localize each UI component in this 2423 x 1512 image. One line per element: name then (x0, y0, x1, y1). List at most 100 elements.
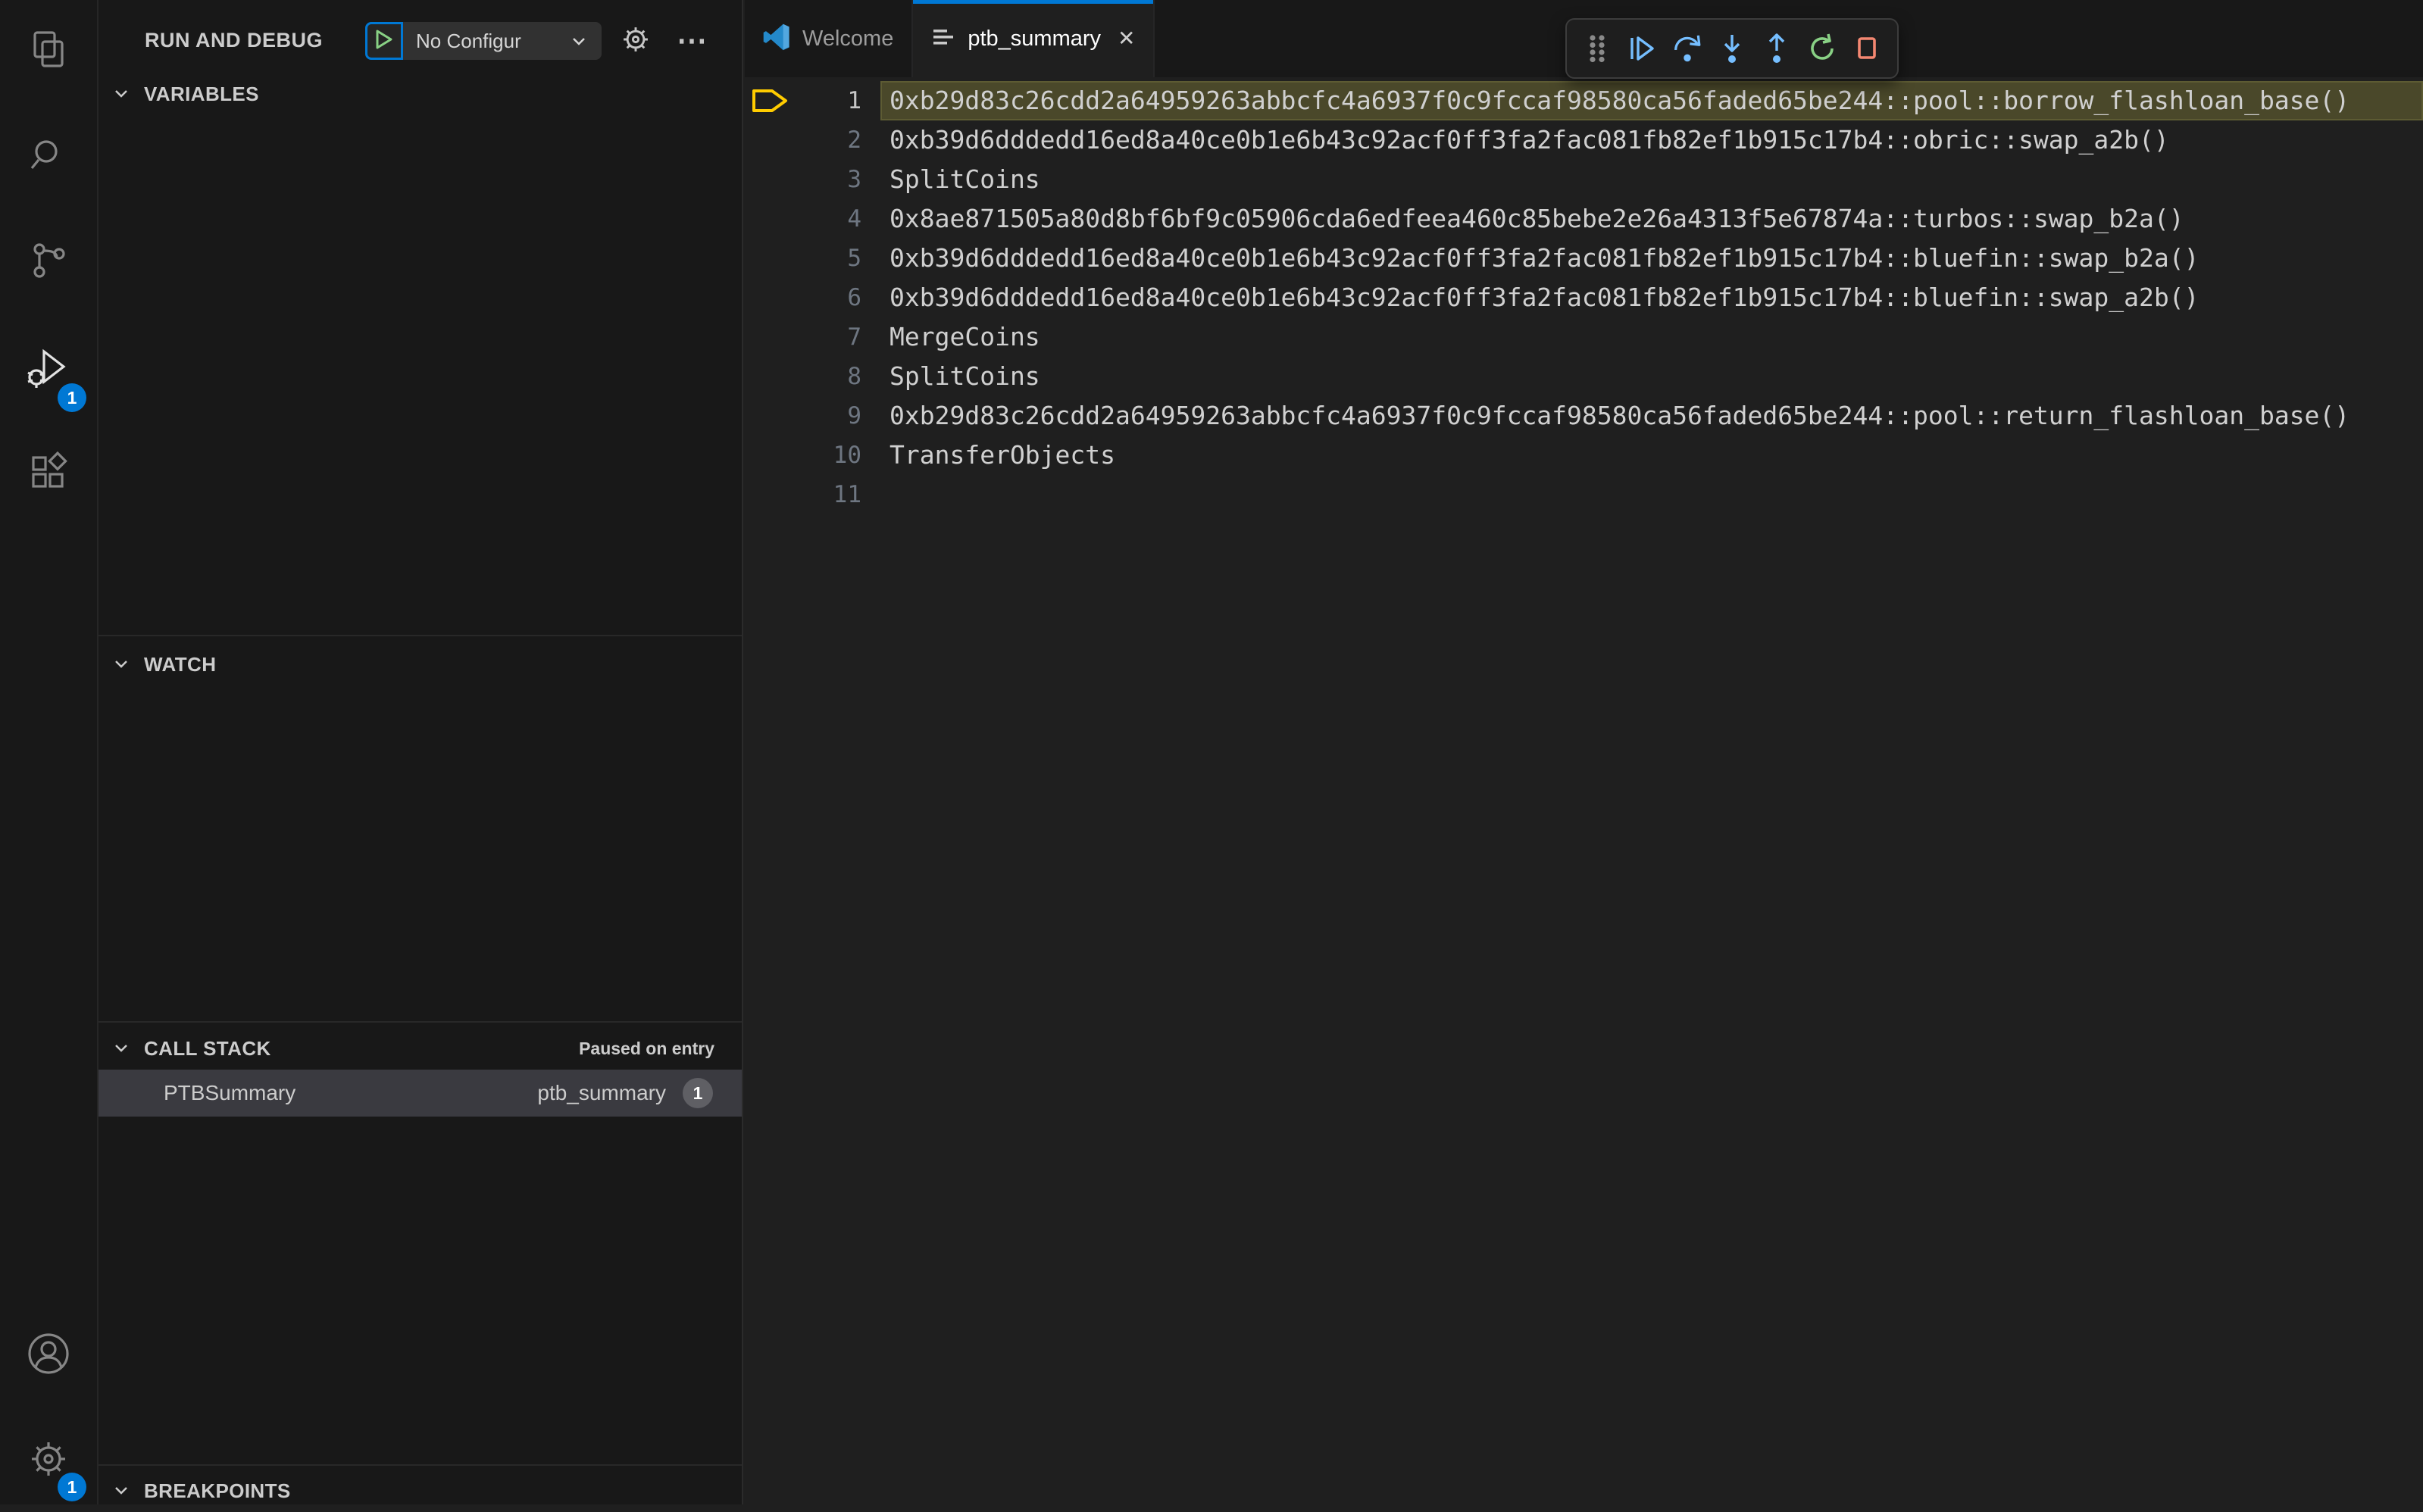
step-over-button[interactable] (1671, 32, 1704, 65)
line-number: 9 (847, 402, 861, 430)
section-label: VARIABLES (144, 83, 259, 106)
editor-area: Welcome ptb_summary ✕ 1 0xb29d83c26cdd2a… (745, 0, 2423, 1504)
code-line[interactable]: 11 (745, 475, 2423, 514)
code-editor[interactable]: 1 0xb29d83c26cdd2a64959263abbcfc4a6937f0… (745, 77, 2423, 1504)
pause-reason-status: Paused on entry (579, 1039, 714, 1059)
chevron-down-icon (111, 1480, 132, 1501)
tab-label: ptb_summary (968, 27, 1101, 52)
activity-item-extensions[interactable] (0, 429, 97, 520)
tab-ptb-summary[interactable]: ptb_summary ✕ (913, 0, 1155, 77)
close-icon[interactable]: ✕ (1118, 28, 1135, 49)
gutter[interactable]: 11 (745, 475, 880, 514)
tab-welcome[interactable]: Welcome (745, 0, 913, 77)
line-number: 3 (847, 166, 861, 193)
step-over-icon (1671, 32, 1704, 65)
gripper-icon (1584, 32, 1610, 65)
code-line[interactable]: 7 MergeCoins (745, 317, 2423, 357)
gutter[interactable]: 1 (745, 81, 880, 120)
section-header-variables[interactable]: VARIABLES (98, 73, 742, 115)
activity-item-source-control[interactable] (0, 217, 97, 308)
step-into-button[interactable] (1715, 32, 1749, 65)
chevron-down-icon (111, 654, 132, 675)
continue-button[interactable] (1625, 32, 1659, 65)
activity-item-account[interactable] (0, 1310, 97, 1401)
restart-icon (1806, 32, 1839, 65)
section-divider (98, 635, 742, 636)
more-actions-button[interactable]: ⋯ (671, 20, 713, 62)
gutter[interactable]: 6 (745, 278, 880, 317)
gutter[interactable]: 9 (745, 396, 880, 436)
section-header-breakpoints[interactable]: BREAKPOINTS (98, 1470, 742, 1512)
section-header-watch[interactable]: WATCH (98, 643, 742, 686)
current-line-marker-icon (751, 85, 790, 120)
code-text: 0xb39d6dddedd16ed8a40ce0b1e6b43c92acf0ff… (880, 239, 2423, 278)
gutter[interactable]: 5 (745, 239, 880, 278)
code-line[interactable]: 4 0x8ae871505a80d8bf6bf9c05906cda6edfeea… (745, 199, 2423, 239)
account-icon (26, 1331, 71, 1380)
section-divider (98, 1464, 742, 1466)
activity-item-explorer[interactable] (0, 5, 97, 96)
code-text: 0xb39d6dddedd16ed8a40ce0b1e6b43c92acf0ff… (880, 278, 2423, 317)
section-label: BREAKPOINTS (144, 1479, 291, 1503)
play-icon (374, 29, 394, 54)
sidebar-title: RUN AND DEBUG (145, 29, 323, 52)
gear-icon (620, 23, 652, 59)
line-number: 5 (847, 245, 861, 272)
step-out-icon (1760, 32, 1793, 65)
debug-toolbar (1565, 18, 1899, 79)
ellipsis-icon: ⋯ (677, 23, 707, 58)
line-number: 7 (847, 323, 861, 351)
line-number: 1 (847, 87, 861, 114)
gutter[interactable]: 10 (745, 436, 880, 475)
debug-configuration-dropdown[interactable]: No Configur (401, 22, 602, 60)
code-text (880, 475, 2423, 514)
gutter[interactable]: 3 (745, 160, 880, 199)
gutter[interactable]: 2 (745, 120, 880, 160)
code-text: 0x8ae871505a80d8bf6bf9c05906cda6edfeea46… (880, 199, 2423, 239)
code-line[interactable]: 8 SplitCoins (745, 357, 2423, 396)
code-text: MergeCoins (880, 317, 2423, 357)
continue-icon (1625, 32, 1659, 65)
step-into-icon (1715, 32, 1749, 65)
activity-item-run-and-debug[interactable]: 1 (0, 326, 97, 417)
code-line[interactable]: 5 0xb39d6dddedd16ed8a40ce0b1e6b43c92acf0… (745, 239, 2423, 278)
code-line[interactable]: 3 SplitCoins (745, 160, 2423, 199)
section-header-call-stack[interactable]: CALL STACK Paused on entry (98, 1027, 742, 1070)
restart-button[interactable] (1806, 32, 1839, 65)
section-divider (98, 1021, 742, 1023)
code-line[interactable]: 1 0xb29d83c26cdd2a64959263abbcfc4a6937f0… (745, 81, 2423, 120)
code-text: SplitCoins (880, 357, 2423, 396)
code-text: 0xb29d83c26cdd2a64959263abbcfc4a6937f0c9… (880, 396, 2423, 436)
chevron-down-icon (111, 1038, 132, 1059)
stop-icon (1850, 32, 1884, 65)
section-label: WATCH (144, 653, 216, 676)
line-number: 8 (847, 363, 861, 390)
code-line[interactable]: 10 TransferObjects (745, 436, 2423, 475)
activity-item-search[interactable] (0, 112, 97, 203)
list-icon (931, 25, 955, 53)
gutter[interactable]: 8 (745, 357, 880, 396)
stack-frame-source: ptb_summary (537, 1081, 666, 1105)
launch-control: No Configur (365, 22, 602, 60)
explorer-icon (27, 28, 70, 74)
start-debugging-button[interactable] (365, 22, 403, 60)
debug-settings-gear-button[interactable] (614, 20, 657, 62)
activity-item-settings[interactable]: 1 (0, 1415, 97, 1506)
toolbar-drag-gripper[interactable] (1580, 32, 1614, 65)
code-line[interactable]: 2 0xb39d6dddedd16ed8a40ce0b1e6b43c92acf0… (745, 120, 2423, 160)
code-text: 0xb39d6dddedd16ed8a40ce0b1e6b43c92acf0ff… (880, 120, 2423, 160)
line-number: 10 (833, 442, 861, 469)
section-label: CALL STACK (144, 1037, 271, 1061)
code-line[interactable]: 9 0xb29d83c26cdd2a64959263abbcfc4a6937f0… (745, 396, 2423, 436)
debug-badge: 1 (58, 383, 86, 412)
stack-frame-row[interactable]: PTBSummary ptb_summary 1 (98, 1070, 742, 1117)
code-line[interactable]: 6 0xb39d6dddedd16ed8a40ce0b1e6b43c92acf0… (745, 278, 2423, 317)
gutter[interactable]: 4 (745, 199, 880, 239)
chevron-down-icon (111, 83, 132, 105)
sidebar-header: RUN AND DEBUG No Configur ⋯ (98, 0, 742, 80)
chevron-down-icon (568, 30, 589, 52)
step-out-button[interactable] (1760, 32, 1793, 65)
stop-button[interactable] (1850, 32, 1884, 65)
gutter[interactable]: 7 (745, 317, 880, 357)
settings-badge: 1 (58, 1473, 86, 1501)
